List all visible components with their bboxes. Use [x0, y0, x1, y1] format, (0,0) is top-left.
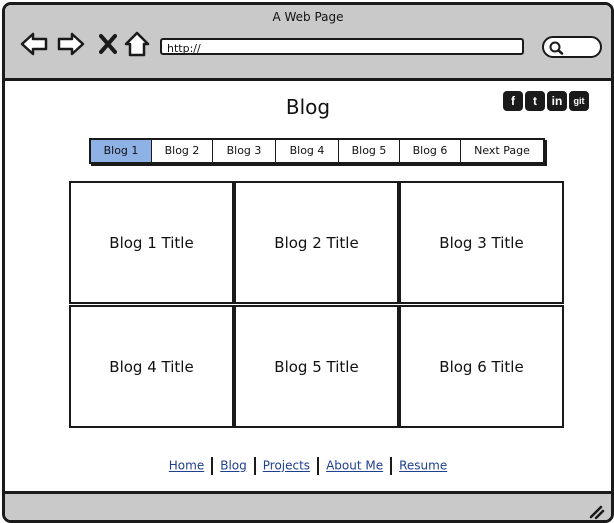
blog-card-title: Blog 2 Title — [274, 233, 359, 252]
blog-card[interactable]: Blog 2 Title — [234, 181, 399, 304]
blog-card-title: Blog 1 Title — [109, 233, 194, 252]
footer-divider — [317, 457, 320, 475]
social-icons: f t in git — [503, 91, 589, 111]
footer-link-about-me[interactable]: About Me — [326, 459, 383, 473]
git-icon[interactable]: git — [569, 91, 589, 111]
footer-link-projects[interactable]: Projects — [263, 459, 310, 473]
footer-divider — [390, 457, 393, 475]
search-field[interactable] — [542, 36, 602, 58]
home-icon[interactable] — [122, 29, 152, 59]
tab-blog-6[interactable]: Blog 6 — [400, 140, 461, 162]
tab-blog-3[interactable]: Blog 3 — [213, 140, 276, 162]
browser-window: A Web Page http:// Blog f t in git Blog … — [2, 2, 614, 523]
blog-card-title: Blog 3 Title — [439, 233, 524, 252]
footer-link-resume[interactable]: Resume — [399, 459, 447, 473]
footer-link-blog[interactable]: Blog — [220, 459, 247, 473]
footer-divider — [211, 457, 214, 475]
blog-card[interactable]: Blog 4 Title — [69, 305, 234, 428]
blog-card[interactable]: Blog 3 Title — [399, 181, 564, 304]
blog-card[interactable]: Blog 5 Title — [234, 305, 399, 428]
status-bar — [5, 491, 611, 520]
tab-blog-1[interactable]: Blog 1 — [91, 140, 152, 162]
blog-card[interactable]: Blog 1 Title — [69, 181, 234, 304]
tab-blog-2[interactable]: Blog 2 — [152, 140, 213, 162]
search-icon — [549, 41, 564, 55]
facebook-icon[interactable]: f — [503, 91, 523, 111]
twitter-icon[interactable]: t — [525, 91, 545, 111]
footer-divider — [253, 457, 256, 475]
back-arrow-icon[interactable] — [19, 29, 49, 59]
blog-card[interactable]: Blog 6 Title — [399, 305, 564, 428]
window-title: A Web Page — [272, 10, 344, 24]
tab-blog-5[interactable]: Blog 5 — [339, 140, 400, 162]
tab-blog-4[interactable]: Blog 4 — [276, 140, 339, 162]
blog-card-title: Blog 6 Title — [439, 357, 524, 376]
url-input[interactable]: http:// — [160, 38, 524, 55]
blog-card-title: Blog 5 Title — [274, 357, 359, 376]
blog-pagination: Blog 1 Blog 2 Blog 3 Blog 4 Blog 5 Blog … — [89, 138, 545, 164]
resize-grip-icon[interactable] — [587, 503, 605, 519]
linkedin-icon[interactable]: in — [547, 91, 567, 111]
tab-next-page[interactable]: Next Page — [461, 140, 543, 162]
close-x-icon[interactable] — [93, 29, 123, 59]
footer-nav: Home Blog Projects About Me Resume — [5, 457, 611, 475]
footer-link-home[interactable]: Home — [169, 459, 204, 473]
blog-card-title: Blog 4 Title — [109, 357, 194, 376]
forward-arrow-icon[interactable] — [56, 29, 86, 59]
browser-toolbar: A Web Page http:// — [5, 5, 611, 81]
